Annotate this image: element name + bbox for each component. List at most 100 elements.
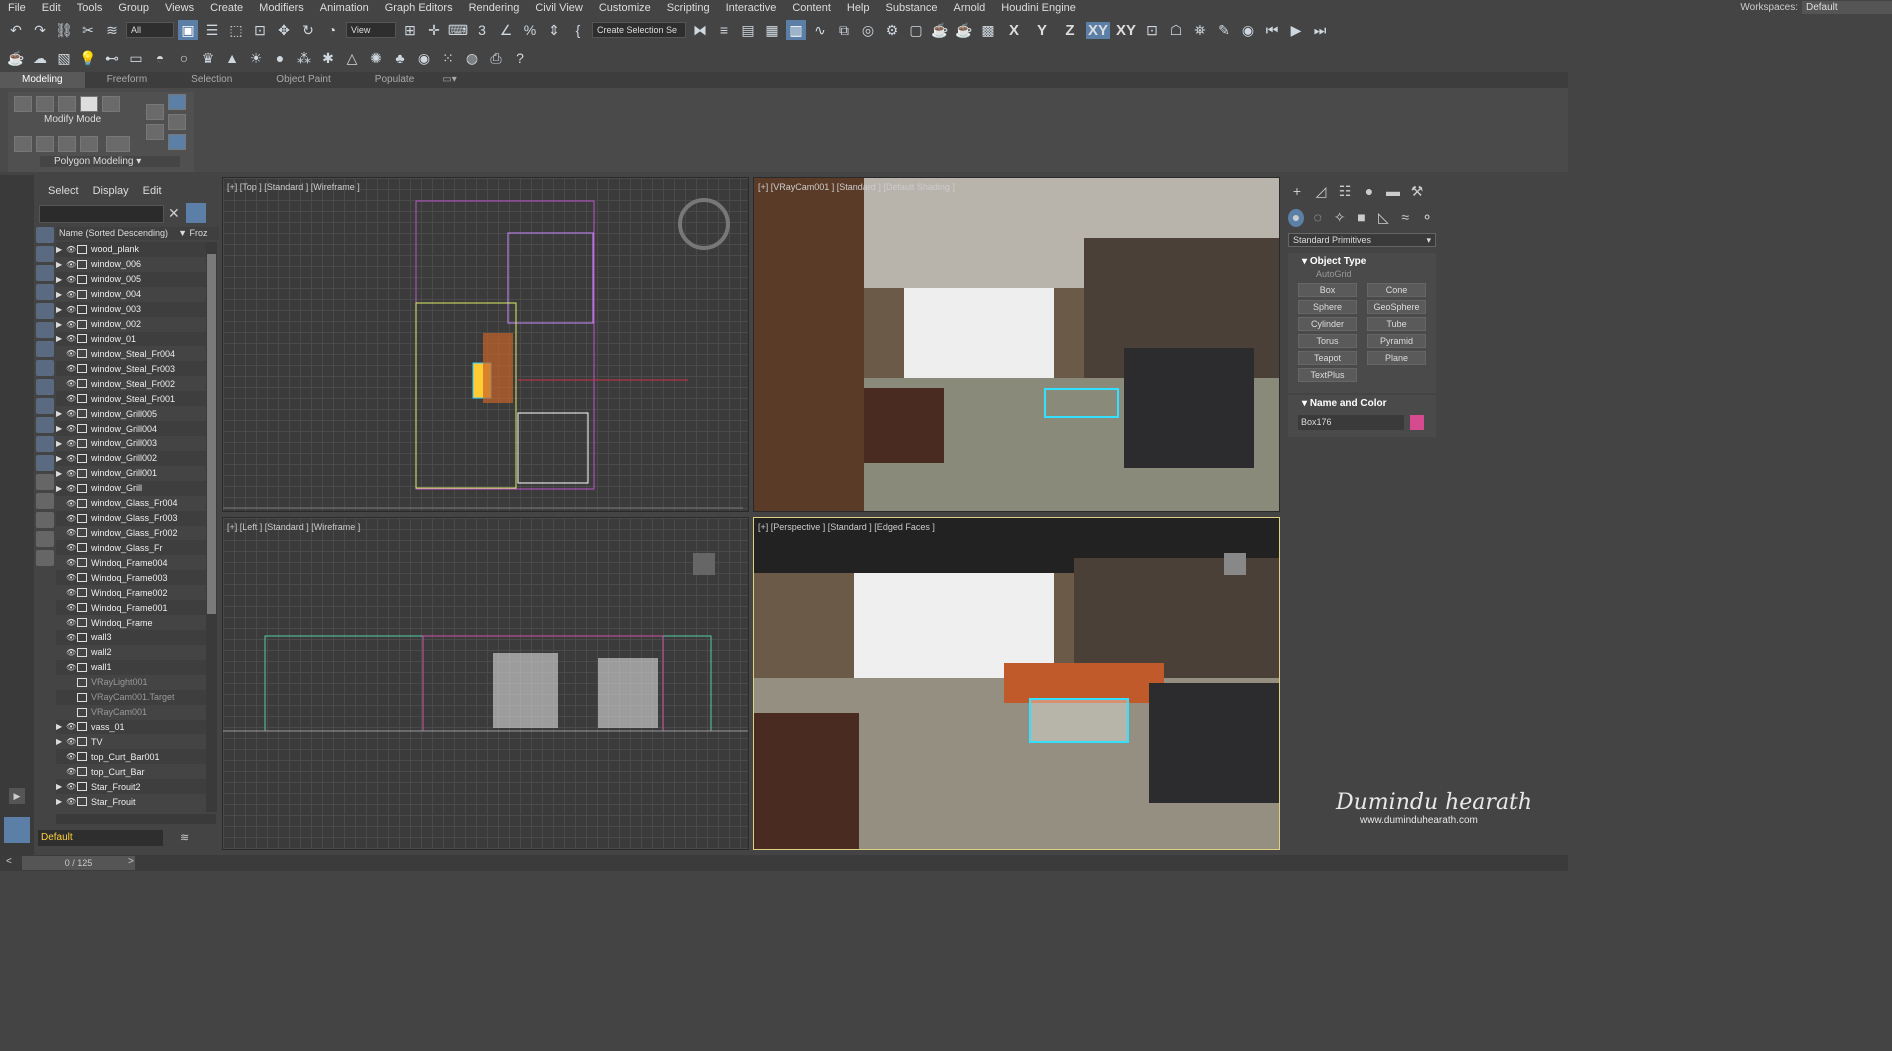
scene-row[interactable]: ▶ 👁 window_Grill003 <box>56 436 206 451</box>
reference-coord-dropdown[interactable]: View <box>346 22 396 38</box>
scene-search-input[interactable] <box>39 205 164 223</box>
mesh-icon[interactable]: △ <box>342 48 362 68</box>
viewport-layout-icon[interactable] <box>4 817 30 843</box>
scene-row[interactable]: ▶ 👁 window_Grill002 <box>56 450 206 466</box>
scene-row[interactable]: ▶ 👁 window_002 <box>56 317 206 332</box>
scene-row[interactable]: 👁 window_Steal_Fr004 <box>56 346 206 361</box>
modify-icon-4[interactable] <box>80 136 98 152</box>
lights-icon[interactable]: ✧ <box>1332 209 1348 227</box>
poly-tool-icon-1[interactable] <box>146 104 164 120</box>
visibility-icon[interactable]: 👁 <box>66 767 76 776</box>
axis-z-button[interactable]: Z <box>1058 22 1082 39</box>
cloud-icon[interactable]: ☁ <box>30 48 50 68</box>
picture-icon[interactable]: ▧ <box>54 48 74 68</box>
camera-icon[interactable]: ⊷ <box>102 48 122 68</box>
schematic-view-icon[interactable]: ⧉ <box>834 20 854 40</box>
spot-light-icon[interactable]: ▲ <box>222 48 242 68</box>
visibility-icon[interactable]: 👁 <box>66 379 76 388</box>
geometry-icon[interactable]: ● <box>1288 209 1304 227</box>
menu-item-views[interactable]: Views <box>157 2 202 14</box>
viewport-left[interactable]: [+] [Left ] [Standard ] [Wireframe ] <box>222 517 749 850</box>
box-button[interactable]: Box <box>1298 283 1357 297</box>
ribbon-options-icon[interactable]: ▭▾ <box>436 72 462 88</box>
visibility-icon[interactable]: 👁 <box>66 260 76 269</box>
visibility-icon[interactable]: 👁 <box>66 439 76 448</box>
help-icon[interactable]: ? <box>510 48 530 68</box>
menu-item-tools[interactable]: Tools <box>69 2 111 14</box>
scene-row[interactable]: ▶ 👁 window_006 <box>56 257 206 272</box>
polygon-icon[interactable] <box>80 96 98 112</box>
viewcube-top[interactable] <box>678 198 730 250</box>
scene-row[interactable]: 👁 window_Glass_Fr002 <box>56 526 206 541</box>
scene-row[interactable]: ▶ 👁 window_01 <box>56 331 206 347</box>
pivot-center-icon[interactable]: ⊞ <box>400 20 420 40</box>
export-icon[interactable]: ⎙ <box>486 48 506 68</box>
next-frame-icon[interactable]: ⏭ <box>1310 20 1330 40</box>
viewport-top-label[interactable]: [+] [Top ] [Standard ] [Wireframe ] <box>227 182 360 192</box>
align-icon[interactable]: ≡ <box>714 20 734 40</box>
paint-icon[interactable]: ✎ <box>1214 20 1234 40</box>
poly-tool-icon-2[interactable] <box>168 94 186 110</box>
menu-item-modifiers[interactable]: Modifiers <box>251 2 312 14</box>
menu-item-scripting[interactable]: Scripting <box>659 2 718 14</box>
menu-item-edit[interactable]: Edit <box>34 2 69 14</box>
scene-row[interactable]: 👁 Windoq_Frame003 <box>56 570 206 586</box>
scene-row[interactable]: ▶ 👁 window_004 <box>56 287 206 302</box>
scene-row[interactable]: 👁 Windoq_Frame004 <box>56 555 206 570</box>
dome-light-icon[interactable]: ◓ <box>150 48 170 68</box>
visibility-icon[interactable]: 👁 <box>66 320 76 329</box>
scene-row[interactable]: 👁 window_Glass_Fr <box>56 540 206 556</box>
modify-icon-2[interactable] <box>36 136 54 152</box>
scene-row[interactable]: 👁 wall1 <box>56 659 206 675</box>
modify-icon-5[interactable] <box>106 136 130 152</box>
visibility-icon[interactable]: 👁 <box>66 573 76 582</box>
snap-toggle-icon[interactable]: 3 <box>472 20 492 40</box>
visibility-icon[interactable]: 👁 <box>66 633 76 642</box>
select-scale-icon[interactable]: ◔ <box>322 20 342 40</box>
spinner-snap-icon[interactable]: ⇕ <box>544 20 564 40</box>
prev-icon[interactable]: < <box>6 856 20 867</box>
scene-row[interactable]: 👁 window_Glass_Fr003 <box>56 510 206 526</box>
unlink-icon[interactable]: ✂ <box>78 20 98 40</box>
primitive-type-dropdown[interactable]: Standard Primitives ▾ <box>1288 233 1436 247</box>
scene-row[interactable]: ▶ 👁 Star_Frouit <box>56 794 206 809</box>
expand-icon[interactable]: ▶ <box>56 484 66 493</box>
named-selection-dropdown[interactable]: Create Selection Se <box>592 22 686 38</box>
tab-selection[interactable]: Selection <box>169 72 254 88</box>
viewport-top[interactable]: [+] [Top ] [Standard ] [Wireframe ] <box>222 177 749 512</box>
scene-explorer-icon[interactable]: ▤ <box>738 20 758 40</box>
helpers-icon[interactable]: ◺ <box>1375 209 1391 227</box>
percent-snap-icon[interactable]: % <box>520 20 540 40</box>
tab-freeform[interactable]: Freeform <box>85 72 170 88</box>
cone-button[interactable]: Cone <box>1367 283 1426 297</box>
link-icon[interactable]: ⛓ <box>54 20 74 40</box>
expand-icon[interactable]: ▶ <box>56 439 66 448</box>
filter-funnel-icon[interactable] <box>36 531 54 547</box>
menu-item-interactive[interactable]: Interactive <box>718 2 785 14</box>
expand-icon[interactable]: ▶ <box>56 320 66 329</box>
visibility-icon[interactable]: 👁 <box>66 618 76 627</box>
hierarchy-tab-icon[interactable]: ☷ <box>1336 183 1354 201</box>
visibility-icon[interactable]: 👁 <box>66 305 76 314</box>
expand-icon[interactable]: ▶ <box>56 424 66 433</box>
scene-row[interactable]: VRayCam001.Target <box>56 689 206 705</box>
visibility-icon[interactable]: 👁 <box>66 349 76 358</box>
clear-search-icon[interactable]: ✕ <box>168 205 182 222</box>
workspace-value[interactable]: Default <box>1802 1 1892 14</box>
angle-snap-icon[interactable]: ∠ <box>496 20 516 40</box>
filter-icon[interactable] <box>186 203 206 223</box>
expand-icon[interactable]: ▶ <box>56 722 66 731</box>
sphere-light-icon[interactable]: ○ <box>174 48 194 68</box>
time-slider[interactable]: 0 / 125 <box>22 856 135 870</box>
viewport-left-label[interactable]: [+] [Left ] [Standard ] [Wireframe ] <box>227 522 360 532</box>
expand-icon[interactable]: ▶ <box>56 737 66 746</box>
expand-panel-icon[interactable]: ▶ <box>9 788 25 804</box>
redo-icon[interactable]: ↷ <box>30 20 50 40</box>
visibility-icon[interactable]: 👁 <box>66 469 76 478</box>
visibility-icon[interactable]: 👁 <box>66 364 76 373</box>
visibility-icon[interactable]: 👁 <box>66 528 76 537</box>
render-production-icon[interactable]: ☕ <box>930 20 950 40</box>
selection-filter-dropdown[interactable]: All <box>126 22 174 38</box>
viewport-perspective-label[interactable]: [+] [Perspective ] [Standard ] [Edged Fa… <box>758 522 935 532</box>
populate-icon[interactable]: ☖ <box>1166 20 1186 40</box>
